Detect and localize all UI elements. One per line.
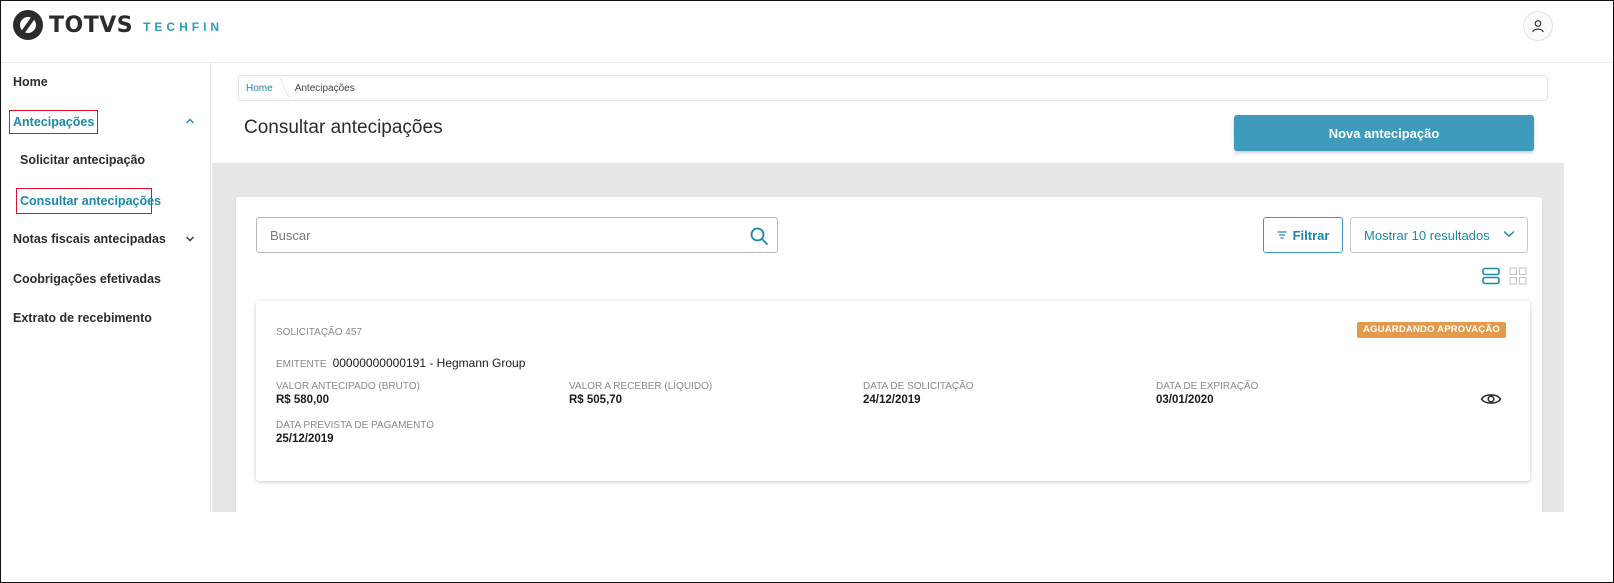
sidebar-item-extrato-de-recebimento[interactable]: Extrato de recebimento — [13, 311, 152, 325]
field-value: 24/12/2019 — [863, 394, 921, 406]
brand-subname: TECHFIN — [143, 19, 224, 34]
results-panel: Filtrar Mostrar 10 resultados SOLICITAÇÃ… — [236, 197, 1542, 527]
sidebar-item-coobrigacoes-efetivadas[interactable]: Coobrigações efetivadas — [13, 272, 161, 286]
breadcrumb: Home Antecipações — [238, 75, 1548, 101]
filter-icon — [1277, 231, 1287, 239]
field-value: 03/01/2020 — [1156, 394, 1214, 406]
filter-label: Filtrar — [1292, 227, 1330, 243]
field-value: R$ 580,00 — [276, 394, 330, 406]
grid-view-icon[interactable] — [1509, 267, 1527, 285]
expected-payment-date-field: DATA PREVISTA DE PAGAMENTO 25/12/2019 — [276, 420, 434, 445]
results-per-page-select[interactable]: Mostrar 10 resultados — [1350, 217, 1528, 253]
view-details-eye-icon[interactable] — [1480, 392, 1502, 406]
search-box — [256, 217, 778, 253]
results-per-page-label: Mostrar 10 resultados — [1364, 227, 1490, 243]
gross-amount-field: VALOR ANTECIPADO (BRUTO) R$ 580,00 — [276, 381, 420, 406]
new-anticipation-button[interactable]: Nova antecipação — [1234, 115, 1534, 151]
issuer: EMITENTE 00000000000191 - Hegmann Group — [276, 356, 525, 370]
brand-name: TOTVS — [49, 12, 134, 38]
sidebar-item-antecipacoes[interactable]: Antecipações — [13, 115, 94, 129]
field-value: 25/12/2019 — [276, 433, 334, 445]
filter-button[interactable]: Filtrar — [1263, 217, 1343, 253]
expiration-date-field: DATA DE EXPIRAÇÃO 03/01/2020 — [1156, 381, 1258, 406]
sidebar-item-solicitar-antecipacao[interactable]: Solicitar antecipação — [20, 153, 145, 167]
main-content: Home Antecipações Consultar antecipações… — [212, 63, 1564, 527]
page-header: Home Antecipações Consultar antecipações… — [212, 63, 1564, 163]
bottom-whitespace — [1, 512, 1613, 582]
user-icon — [1532, 20, 1544, 33]
user-menu-button[interactable] — [1523, 11, 1553, 41]
page-title: Consultar antecipações — [244, 117, 443, 138]
field-label: VALOR ANTECIPADO (BRUTO) — [276, 381, 420, 392]
brand-logo[interactable]: TOTVS TECHFIN — [13, 10, 223, 40]
field-label: DATA DE SOLICITAÇÃO — [863, 381, 974, 392]
field-value: R$ 505,70 — [569, 394, 623, 406]
status-badge: AGUARDANDO APROVAÇÃO — [1357, 322, 1506, 338]
search-input[interactable] — [257, 218, 737, 252]
sidebar-item-notas-fiscais-antecipadas[interactable]: Notas fiscais antecipadas — [13, 232, 166, 246]
chevron-down-icon[interactable] — [185, 235, 195, 243]
sidebar-menu: Home Antecipações Solicitar antecipação … — [1, 63, 211, 512]
field-label: DATA PREVISTA DE PAGAMENTO — [276, 420, 434, 431]
issuer-label: EMITENTE — [276, 359, 327, 370]
sidebar-item-home[interactable]: Home — [13, 75, 48, 89]
field-label: VALOR A RECEBER (LÍQUIDO) — [569, 381, 713, 392]
breadcrumb-current: Antecipações — [294, 82, 355, 94]
request-date-field: DATA DE SOLICITAÇÃO 24/12/2019 — [863, 381, 974, 406]
anticipation-card: SOLICITAÇÃO 457 AGUARDANDO APROVAÇÃO EMI… — [256, 301, 1530, 481]
chevron-down-icon — [1503, 230, 1515, 238]
field-label: DATA DE EXPIRAÇÃO — [1156, 381, 1259, 392]
breadcrumb-home-link[interactable]: Home — [239, 83, 287, 94]
app-header: TOTVS TECHFIN — [1, 1, 1613, 63]
net-amount-field: VALOR A RECEBER (LÍQUIDO) R$ 505,70 — [569, 381, 712, 406]
search-icon[interactable] — [749, 226, 769, 246]
list-view-icon[interactable] — [1482, 267, 1500, 285]
chevron-up-icon[interactable] — [185, 117, 195, 125]
totvs-logo-icon — [13, 10, 43, 40]
request-number: SOLICITAÇÃO 457 — [276, 327, 362, 338]
issuer-value: 00000000000191 - Hegmann Group — [332, 356, 526, 370]
sidebar-item-consultar-antecipacoes[interactable]: Consultar antecipações — [20, 194, 161, 208]
